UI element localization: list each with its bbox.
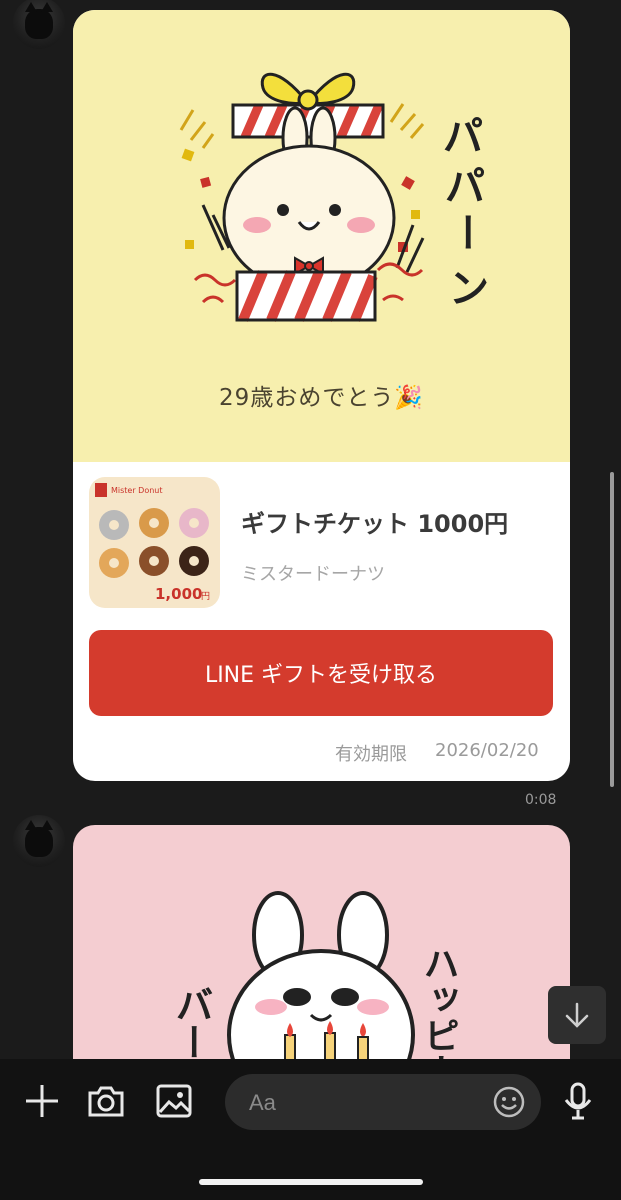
message-input[interactable] xyxy=(225,1074,541,1132)
svg-text:ン: ン xyxy=(449,266,489,312)
microphone-icon[interactable] xyxy=(558,1081,598,1121)
product-thumbnail[interactable]: Mister Donut 1,000 円 xyxy=(89,477,220,608)
scroll-to-bottom-button[interactable] xyxy=(548,986,606,1044)
svg-text:1,000: 1,000 xyxy=(155,585,202,603)
product-brand: ミスタードーナツ xyxy=(241,564,385,585)
emoji-icon[interactable] xyxy=(493,1086,525,1118)
cat-avatar-image xyxy=(25,2,53,39)
birthday-sticker-message[interactable]: バースデ ハッピー xyxy=(73,825,570,1085)
gift-sticker-illustration: パ パ ー ン 29歳おめでとう🎉 xyxy=(73,10,570,462)
svg-text:パ: パ xyxy=(443,114,483,160)
sender-avatar[interactable] xyxy=(13,0,65,49)
expiry-label: 有効期限 xyxy=(335,744,407,765)
message-text-field[interactable] xyxy=(247,1074,491,1132)
brand-logo: Mister Donut xyxy=(111,486,163,495)
arrow-down-icon xyxy=(565,1002,589,1028)
sender-avatar[interactable] xyxy=(13,815,65,867)
product-name: ギフトチケット 1000円 xyxy=(241,510,509,538)
plus-icon[interactable] xyxy=(22,1081,62,1121)
expiry-date: 2026/02/20 xyxy=(435,740,539,761)
image-icon[interactable] xyxy=(154,1081,194,1121)
camera-icon[interactable] xyxy=(86,1081,126,1121)
message-timestamp: 0:08 xyxy=(525,792,557,808)
svg-text:ー: ー xyxy=(443,212,489,252)
home-indicator xyxy=(199,1179,423,1185)
svg-text:円: 円 xyxy=(201,591,210,602)
svg-text:パ: パ xyxy=(445,164,485,210)
gift-message-text: 29歳おめでとう🎉 xyxy=(219,385,424,411)
gift-message-card[interactable]: パ パ ー ン 29歳おめでとう🎉 Mister Donut 1,000 円 ギ… xyxy=(73,10,570,781)
message-input-bar xyxy=(0,1059,621,1200)
receive-gift-button[interactable]: LINE ギフトを受け取る xyxy=(89,630,553,716)
scrollbar[interactable] xyxy=(610,472,614,787)
cat-avatar-image xyxy=(25,820,53,857)
